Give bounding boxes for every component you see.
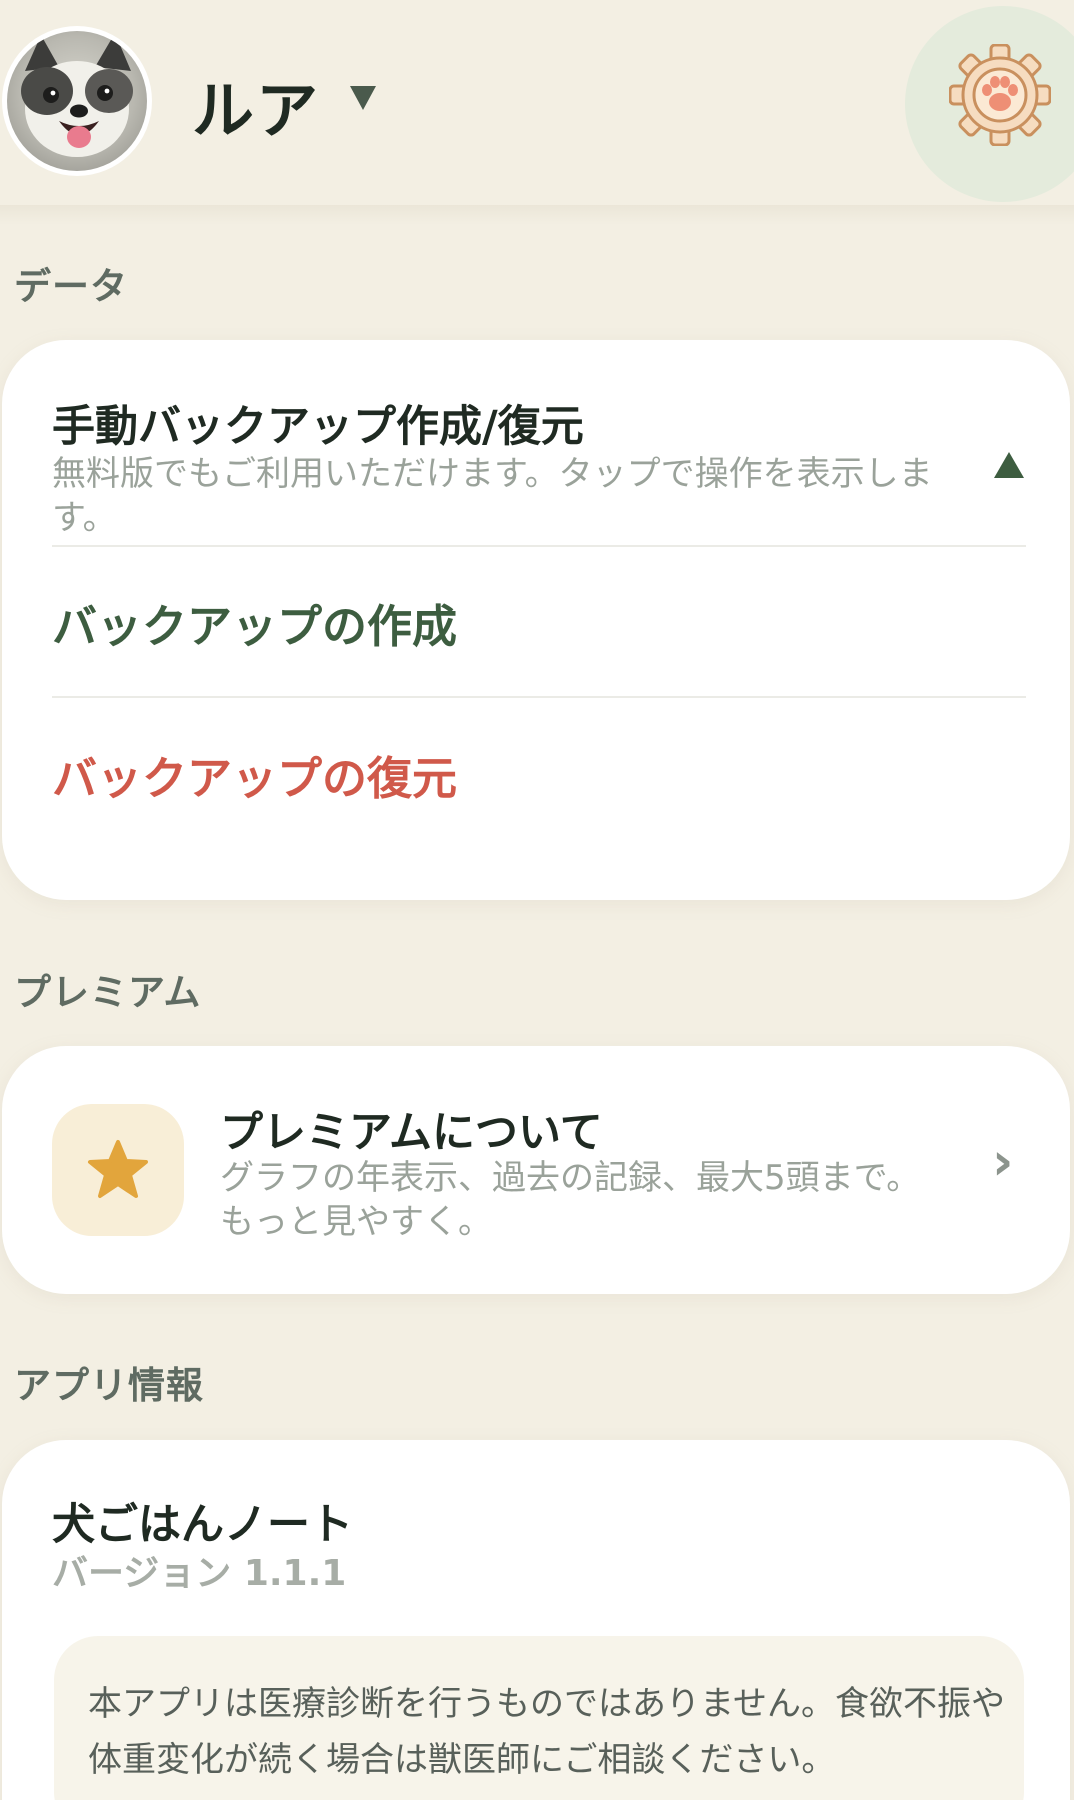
header: ルア: [0, 0, 1074, 210]
disclaimer-text: 本アプリは医療診断を行うものではありません。食欲不振や体重変化が続く場合は獣医師…: [88, 1684, 1005, 1780]
divider: [52, 545, 1026, 547]
app-name: 犬ごはんノート: [52, 1500, 353, 1550]
backup-card-header[interactable]: 手動バックアップ作成/復元 無料版でもご利用いただけます。タップで操作を表示しま…: [2, 340, 1070, 545]
header-divider: [0, 205, 1074, 225]
premium-card-subtitle: グラフの年表示、過去の記録、最大5頭まで。もっと見やすく。: [220, 1158, 921, 1242]
restore-backup-button[interactable]: バックアップの復元: [52, 742, 457, 807]
backup-card: 手動バックアップ作成/復元 無料版でもご利用いただけます。タップで操作を表示しま…: [2, 340, 1070, 900]
divider: [52, 696, 1026, 698]
chevron-up-icon[interactable]: [994, 452, 1024, 478]
premium-card-title: プレミアムについて: [220, 1108, 603, 1158]
create-backup-button[interactable]: バックアップの作成: [52, 590, 457, 655]
pet-name[interactable]: ルア: [192, 60, 320, 150]
settings-screen: ルア データ 手動バックアップ作成/復元 無料版でもご利用いただけます。タップで…: [0, 0, 1074, 1800]
app-version: バージョン 1.1.1: [52, 1553, 347, 1594]
section-label-data: データ: [14, 265, 128, 308]
premium-icon-box: [52, 1104, 184, 1236]
section-label-premium: プレミアム: [14, 971, 202, 1014]
chevron-down-icon[interactable]: [350, 86, 376, 110]
star-icon: [88, 1140, 148, 1198]
app-info-card: 犬ごはんノート バージョン 1.1.1 本アプリは医療診断を行うものではありませ…: [2, 1440, 1070, 1800]
chevron-right-icon: ›: [992, 1132, 1014, 1192]
backup-card-subtitle: 無料版でもご利用いただけます。タップで操作を表示します。: [52, 454, 933, 538]
dog-avatar-icon: [7, 31, 147, 171]
settings-button[interactable]: [905, 6, 1074, 202]
backup-card-title: 手動バックアップ作成/復元: [52, 402, 584, 452]
paw-gear-icon: [949, 44, 1051, 146]
disclaimer-box: 本アプリは医療診断を行うものではありません。食欲不振や体重変化が続く場合は獣医師…: [54, 1636, 1024, 1800]
premium-card[interactable]: プレミアムについて グラフの年表示、過去の記録、最大5頭まで。もっと見やすく。 …: [2, 1046, 1070, 1294]
section-label-app-info: アプリ情報: [14, 1364, 204, 1407]
pet-avatar[interactable]: [2, 26, 152, 176]
